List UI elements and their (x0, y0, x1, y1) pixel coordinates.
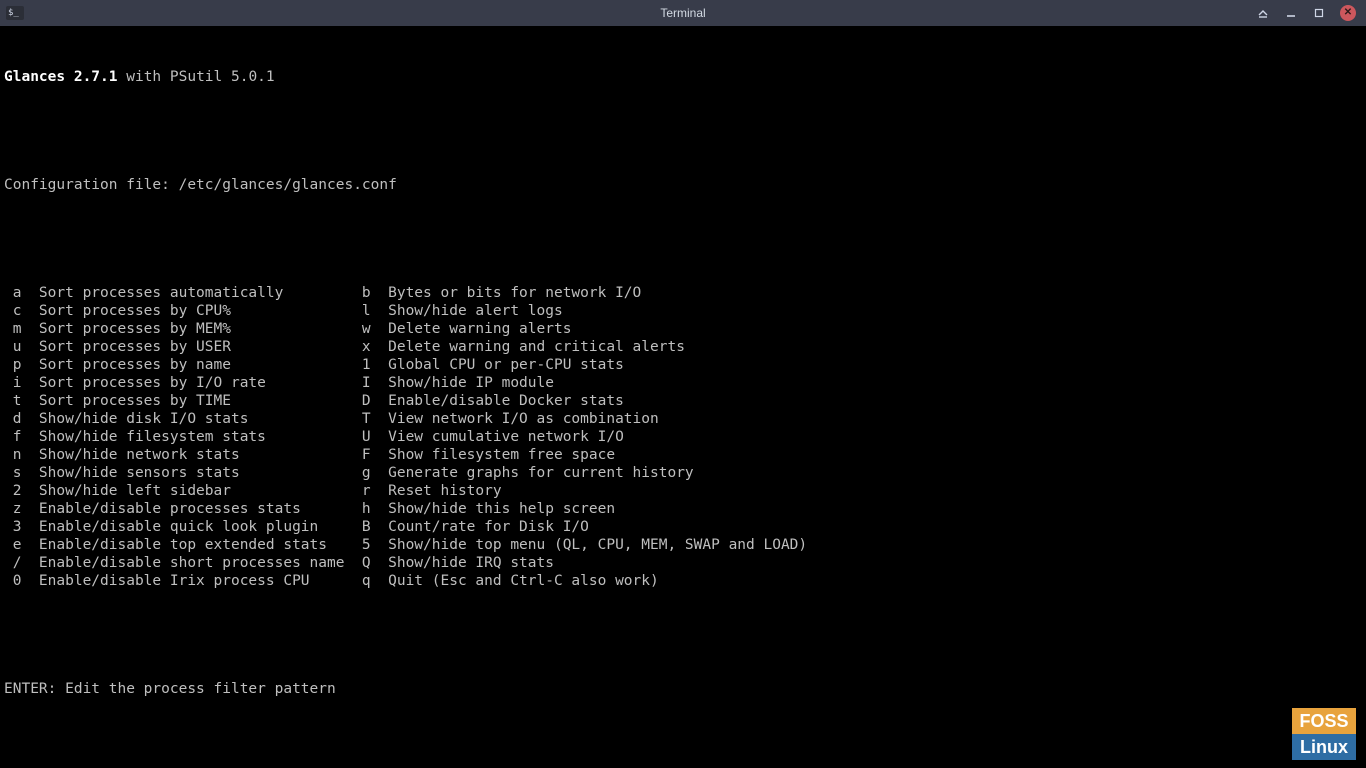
help-row: 3 Enable/disable quick look plugin B Cou… (4, 518, 1362, 536)
help-row: d Show/hide disk I/O stats T View networ… (4, 410, 1362, 428)
shade-button[interactable] (1256, 6, 1270, 20)
help-row: / Enable/disable short processes name Q … (4, 554, 1362, 572)
help-row: s Show/hide sensors stats g Generate gra… (4, 464, 1362, 482)
help-row: f Show/hide filesystem stats U View cumu… (4, 428, 1362, 446)
help-row: u Sort processes by USER x Delete warnin… (4, 338, 1362, 356)
maximize-button[interactable] (1312, 6, 1326, 20)
watermark-logo: FOSS Linux (1292, 708, 1356, 760)
window-titlebar: $_ Terminal ✕ (0, 0, 1366, 26)
app-header: Glances 2.7.1 with PSutil 5.0.1 (4, 68, 1362, 86)
help-row: 2 Show/hide left sidebar r Reset history (4, 482, 1362, 500)
help-row: c Sort processes by CPU% l Show/hide ale… (4, 302, 1362, 320)
enter-hint: ENTER: Edit the process filter pattern (4, 680, 1362, 698)
help-row: 0 Enable/disable Irix process CPU q Quit… (4, 572, 1362, 590)
terminal-body[interactable]: Glances 2.7.1 with PSutil 5.0.1 Configur… (0, 26, 1366, 716)
minimize-button[interactable] (1284, 6, 1298, 20)
help-row: e Enable/disable top extended stats 5 Sh… (4, 536, 1362, 554)
help-row: i Sort processes by I/O rate I Show/hide… (4, 374, 1362, 392)
help-row: t Sort processes by TIME D Enable/disabl… (4, 392, 1362, 410)
terminal-icon: $_ (6, 6, 24, 20)
config-file-line: Configuration file: /etc/glances/glances… (4, 176, 1362, 194)
help-row: n Show/hide network stats F Show filesys… (4, 446, 1362, 464)
help-shortcuts-table: a Sort processes automatically b Bytes o… (4, 284, 1362, 590)
close-button[interactable]: ✕ (1340, 5, 1356, 21)
help-row: z Enable/disable processes stats h Show/… (4, 500, 1362, 518)
window-controls: ✕ (1256, 5, 1366, 21)
window-title: Terminal (660, 6, 705, 20)
help-row: a Sort processes automatically b Bytes o… (4, 284, 1362, 302)
help-row: p Sort processes by name 1 Global CPU or… (4, 356, 1362, 374)
help-row: m Sort processes by MEM% w Delete warnin… (4, 320, 1362, 338)
